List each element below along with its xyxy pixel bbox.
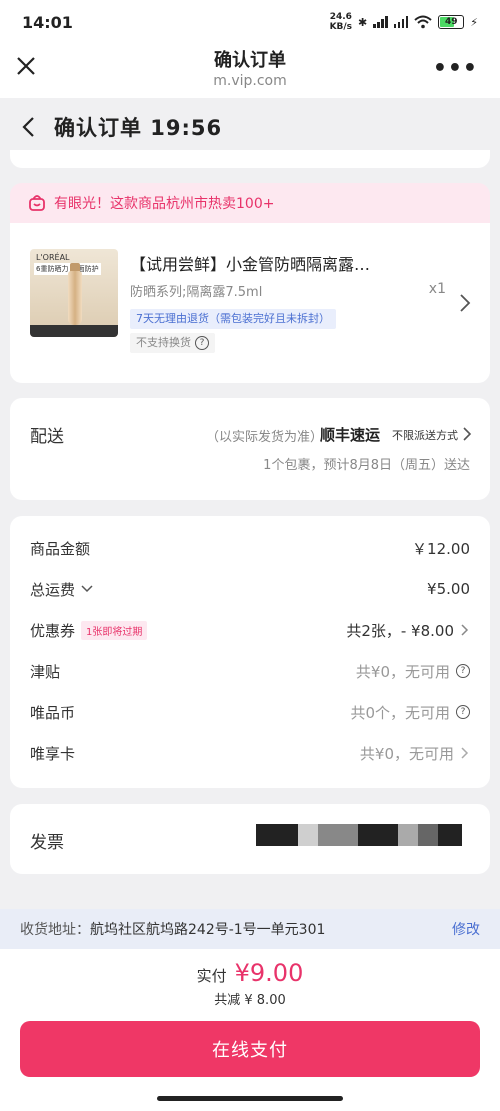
help-icon[interactable]: ? — [456, 664, 470, 678]
delivery-method[interactable]: 不限派送方式 — [392, 427, 458, 443]
delivery-note: （以实际发货为准） — [206, 430, 324, 445]
home-indicator[interactable] — [157, 1096, 343, 1101]
goods-amount-row: 商品金额 ￥12.00 — [30, 539, 470, 558]
status-time: 14:01 — [22, 12, 73, 32]
product-qty: x1 — [428, 281, 446, 297]
signal-icon-2 — [393, 16, 409, 28]
network-speed: 24.6 KB/s — [329, 12, 353, 32]
invoice-label: 发票 — [30, 833, 64, 853]
browser-title: 确认订单 — [214, 50, 286, 71]
page-title: 确认订单 19:56 — [54, 116, 223, 140]
vip-card-row[interactable]: 唯享卡 共¥0，无可用 — [30, 741, 470, 765]
promo-text: 有眼光！这款商品杭州市热卖100+ — [54, 196, 275, 212]
promo-banner: 有眼光！这款商品杭州市热卖100+ — [10, 183, 490, 223]
help-icon[interactable]: ? — [456, 705, 470, 719]
invoice-card[interactable]: 发票 — [10, 804, 490, 874]
more-menu-icon[interactable]: ••• — [433, 56, 478, 81]
pay-online-button[interactable]: 在线支付 — [20, 1021, 480, 1077]
browser-header: 确认订单 m.vip.com ••• — [0, 44, 500, 98]
redacted-invoice-info — [256, 824, 462, 846]
chevron-right-icon[interactable] — [460, 623, 470, 637]
address-bar: 收货地址： 航坞社区航坞路242号-1号一单元301 修改 — [0, 909, 500, 949]
return-policy-tag: 7天无理由退货（需包装完好且未拆封） — [130, 309, 336, 329]
address-label: 收货地址： — [20, 922, 90, 938]
bag-icon — [29, 195, 45, 211]
vip-coin-row: 唯品币 共0个，无可用 ? — [30, 700, 470, 724]
chevron-right-icon[interactable] — [460, 746, 470, 760]
charging-icon: ⚡ — [470, 15, 478, 29]
product-card[interactable]: L'ORÉAL 6重防晒力 全面防护 【试用尝鲜】小金管防晒隔离露… 防晒系列;… — [10, 223, 490, 383]
page-header: 确认订单 19:56 — [0, 98, 500, 156]
no-exchange-tag: 不支持换货 ? — [130, 333, 215, 353]
help-icon[interactable]: ? — [195, 336, 209, 350]
status-bar: 14:01 24.6 KB/s ✱ 49 ⚡ — [0, 0, 500, 44]
wifi-icon — [414, 15, 432, 29]
checkout-bar: 实付 ¥9.00 共减 ¥ 8.00 在线支付 — [0, 949, 500, 1111]
delivery-carrier: 顺丰速运 — [320, 426, 381, 444]
coupon-row[interactable]: 优惠券 1张即将过期 共2张，- ¥8.00 — [30, 618, 470, 642]
chevron-right-icon[interactable] — [462, 426, 472, 442]
bluetooth-icon: ✱ — [358, 15, 368, 29]
chevron-down-icon[interactable] — [81, 585, 93, 593]
address-value: 航坞社区航坞路242号-1号一单元301 — [90, 922, 326, 938]
coupon-expiring-badge: 1张即将过期 — [81, 620, 148, 640]
browser-url: m.vip.com — [213, 73, 287, 89]
product-image: L'ORÉAL 6重防晒力 全面防护 — [30, 249, 118, 337]
edit-address-link[interactable]: 修改 — [452, 919, 480, 939]
delivery-card: 配送 （以实际发货为准） 顺丰速运 不限派送方式 1个包裹，预计8月8日（周五）… — [10, 398, 490, 500]
back-button[interactable] — [10, 109, 46, 145]
payable-amount: 实付 ¥9.00 — [196, 959, 304, 987]
signal-icon — [373, 16, 388, 28]
discount-total: 共减 ¥ 8.00 — [214, 993, 286, 1008]
delivery-estimate: 1个包裹，预计8月8日（周五）送达 — [263, 458, 470, 473]
allowance-row: 津贴 共¥0，无可用 ? — [30, 659, 470, 683]
product-name: 【试用尝鲜】小金管防晒隔离露… — [130, 255, 371, 274]
shipping-row[interactable]: 总运费 ¥5.00 — [30, 577, 470, 601]
battery-icon: 49 — [438, 15, 465, 29]
delivery-label: 配送 — [30, 427, 64, 447]
price-summary-card: 商品金额 ￥12.00 总运费 ¥5.00 优惠券 1张即将过期 共2张，- ¥… — [10, 516, 490, 788]
chevron-left-icon — [22, 117, 34, 137]
chevron-right-icon[interactable] — [458, 293, 472, 313]
scrolled-card-bottom — [10, 150, 490, 168]
product-spec: 防晒系列;隔离露7.5ml — [130, 285, 263, 300]
pay-total: ¥9.00 — [234, 959, 304, 987]
